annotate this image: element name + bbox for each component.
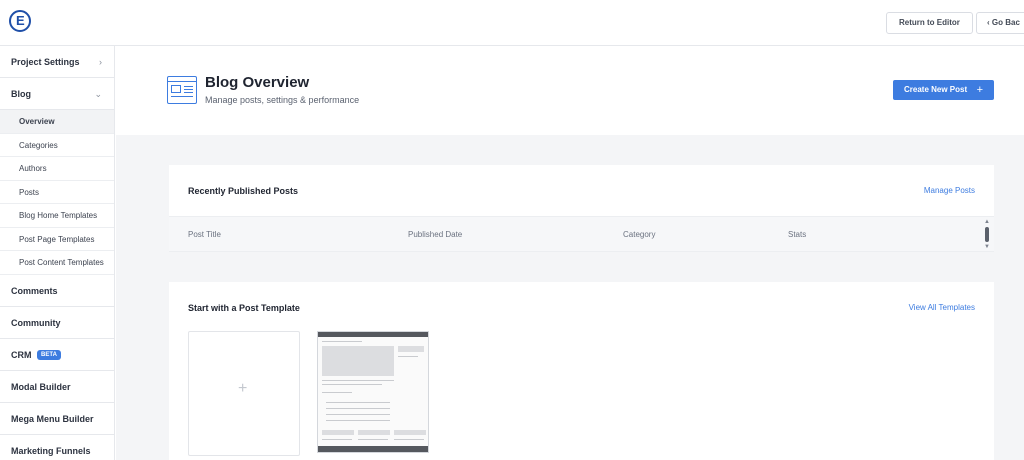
scroll-up-arrow-icon[interactable]: ▲ <box>984 219 990 225</box>
sidebar-item-comments[interactable]: Comments <box>0 275 114 307</box>
recent-posts-card: Recently Published Posts Manage Posts Po… <box>169 165 994 252</box>
sidebar-item-label: Project Settings <box>11 57 80 67</box>
sidebar-item-label: CRM <box>11 349 32 360</box>
sidebar-item-blog[interactable]: Blog ⌄ <box>0 78 114 110</box>
templates-title: Start with a Post Template <box>188 303 300 313</box>
scroll-down-arrow-icon[interactable]: ▼ <box>984 244 990 250</box>
main-content: Blog Overview Manage posts, settings & p… <box>116 46 1024 460</box>
manage-posts-link[interactable]: Manage Posts <box>924 186 975 195</box>
column-post-title[interactable]: Post Title <box>188 230 221 239</box>
sidebar-subitem-authors[interactable]: Authors <box>0 157 114 181</box>
return-to-editor-button[interactable]: Return to Editor <box>886 12 973 34</box>
logo-icon[interactable]: E <box>9 10 31 32</box>
scrollbar[interactable] <box>985 227 989 242</box>
logo-letter: E <box>16 13 25 28</box>
sidebar-subitem-post-content-templates[interactable]: Post Content Templates <box>0 251 114 275</box>
sidebar-item-project-settings[interactable]: Project Settings › <box>0 46 114 78</box>
blank-template-card[interactable]: + <box>188 331 300 456</box>
posts-table-header: Post Title Published Date Category Stats… <box>169 216 994 252</box>
page-title: Blog Overview <box>205 74 310 91</box>
sidebar-item-crm[interactable]: CRM BETA <box>0 339 114 371</box>
sidebar-subitem-blog-home-templates[interactable]: Blog Home Templates <box>0 204 114 228</box>
column-published-date[interactable]: Published Date <box>408 230 462 239</box>
go-back-button[interactable]: ‹ Go Bac <box>976 12 1024 34</box>
create-button-label: Create New Post <box>904 85 968 94</box>
create-new-post-button[interactable]: Create New Post + <box>893 80 994 100</box>
post-templates-card: Start with a Post Template View All Temp… <box>169 282 994 460</box>
plus-icon: + <box>238 380 248 397</box>
top-bar: E Return to Editor ‹ Go Bac <box>0 0 1024 46</box>
sidebar-subitem-overview[interactable]: Overview <box>0 110 114 134</box>
recent-posts-title: Recently Published Posts <box>188 186 299 196</box>
blog-page-icon <box>167 76 197 104</box>
page-subtitle: Manage posts, settings & performance <box>205 95 360 105</box>
sidebar-item-modal-builder[interactable]: Modal Builder <box>0 371 114 403</box>
view-all-templates-link[interactable]: View All Templates <box>909 303 975 312</box>
plus-icon: + <box>976 84 983 96</box>
template-thumbnail[interactable] <box>317 331 429 453</box>
sidebar-item-community[interactable]: Community <box>0 307 114 339</box>
chevron-right-icon: › <box>99 57 102 67</box>
sidebar-subitem-post-page-templates[interactable]: Post Page Templates <box>0 228 114 251</box>
sidebar-subitem-categories[interactable]: Categories <box>0 134 114 157</box>
chevron-down-icon: ⌄ <box>94 89 102 99</box>
sidebar-subitem-posts[interactable]: Posts <box>0 181 114 204</box>
column-category[interactable]: Category <box>623 230 655 239</box>
beta-badge: BETA <box>37 350 61 361</box>
sidebar-item-marketing-funnels[interactable]: Marketing Funnels <box>0 435 114 460</box>
sidebar: Project Settings › Blog ⌄ Overview Categ… <box>0 46 115 460</box>
page-header: Blog Overview Manage posts, settings & p… <box>116 46 1024 135</box>
column-stats[interactable]: Stats <box>788 230 806 239</box>
sidebar-item-mega-menu-builder[interactable]: Mega Menu Builder <box>0 403 114 435</box>
sidebar-item-label: Blog <box>11 89 31 99</box>
